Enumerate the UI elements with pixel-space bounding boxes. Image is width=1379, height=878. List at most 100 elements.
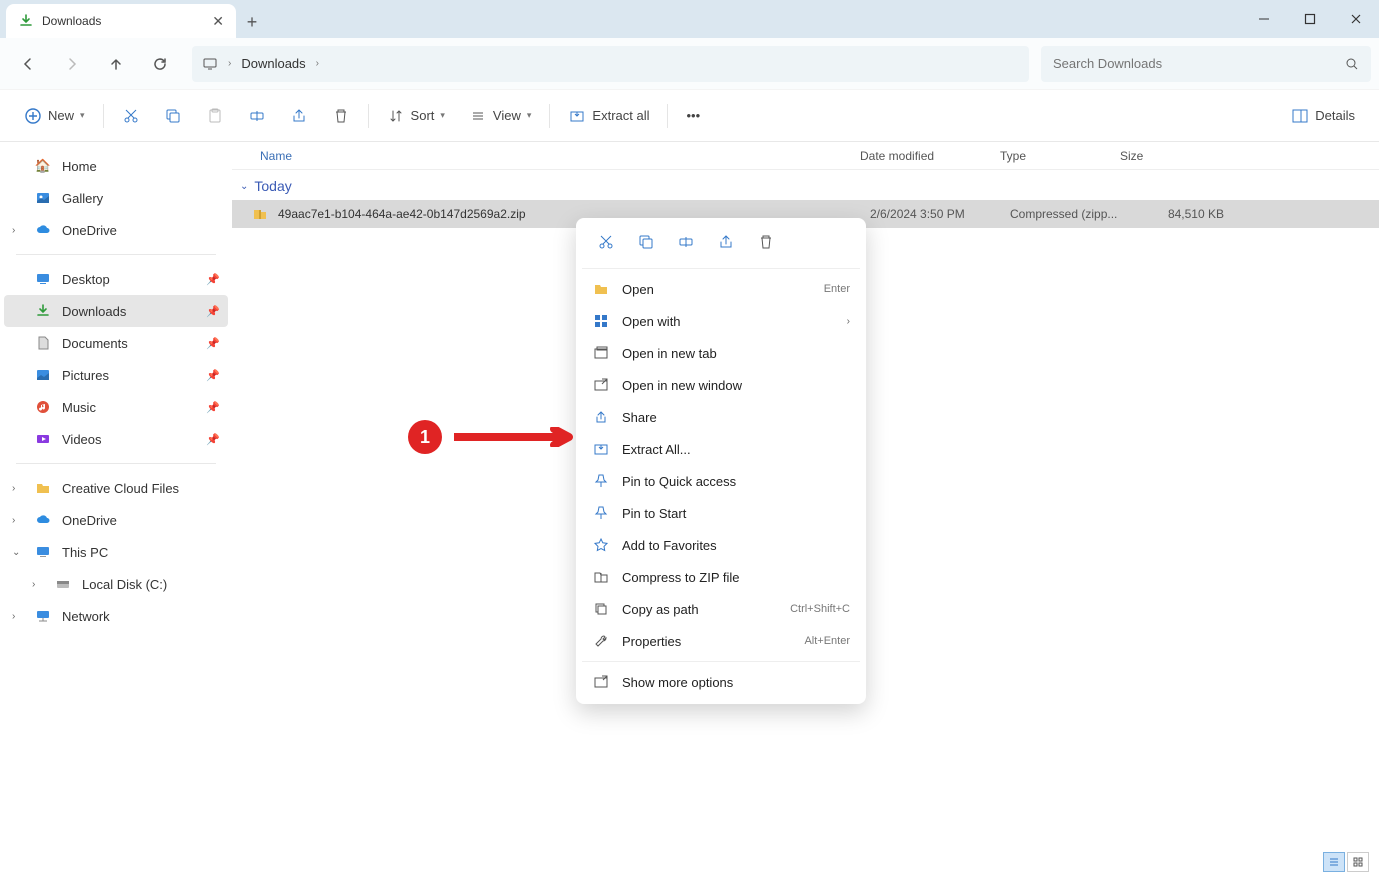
sidebar-item-onedrive[interactable]: ›OneDrive — [4, 214, 228, 246]
ctx-copy-path[interactable]: Copy as pathCtrl+Shift+C — [582, 593, 860, 625]
ctx-add-favorites[interactable]: Add to Favorites — [582, 529, 860, 561]
ctx-open-with[interactable]: Open with› — [582, 305, 860, 337]
share-button[interactable] — [280, 99, 318, 133]
sidebar-item-home[interactable]: 🏠Home — [4, 150, 228, 182]
column-name[interactable]: Name — [260, 149, 860, 163]
ctx-delete-button[interactable] — [748, 228, 784, 256]
pin-icon: 📌 — [206, 337, 220, 350]
sidebar-item-network[interactable]: ›Network — [4, 600, 228, 632]
ctx-open[interactable]: OpenEnter — [582, 273, 860, 305]
wrench-icon — [592, 632, 610, 650]
minimize-button[interactable] — [1241, 0, 1287, 38]
annotation-badge: 1 — [408, 420, 442, 454]
close-button[interactable] — [1333, 0, 1379, 38]
address-bar[interactable]: › Downloads › — [192, 46, 1029, 82]
chevron-right-icon[interactable]: › — [12, 225, 15, 236]
paste-button[interactable] — [196, 99, 234, 133]
ctx-properties[interactable]: PropertiesAlt+Enter — [582, 625, 860, 657]
chevron-down-icon: ▾ — [440, 110, 445, 121]
new-window-icon — [592, 376, 610, 394]
forward-button[interactable] — [52, 46, 92, 82]
ctx-rename-button[interactable] — [668, 228, 704, 256]
delete-button[interactable] — [322, 99, 360, 133]
gallery-icon — [34, 189, 52, 207]
ctx-show-more[interactable]: Show more options — [582, 666, 860, 698]
chevron-right-icon: › — [847, 316, 850, 327]
chevron-right-icon[interactable]: › — [12, 515, 15, 526]
new-button[interactable]: New ▾ — [14, 99, 95, 133]
maximize-button[interactable] — [1287, 0, 1333, 38]
tab-title: Downloads — [42, 14, 204, 28]
sidebar-item-downloads[interactable]: Downloads📌 — [4, 295, 228, 327]
ctx-cut-button[interactable] — [588, 228, 624, 256]
rename-icon — [248, 107, 266, 125]
group-today[interactable]: ⌄ Today — [232, 170, 1379, 200]
up-button[interactable] — [96, 46, 136, 82]
ctx-share-button[interactable] — [708, 228, 744, 256]
tab-close-button[interactable]: ✕ — [212, 13, 224, 30]
sort-button[interactable]: Sort ▾ — [377, 99, 455, 133]
sidebar-item-local-disk[interactable]: ›Local Disk (C:) — [4, 568, 228, 600]
sidebar-item-music[interactable]: Music📌 — [4, 391, 228, 423]
annotation-1: 1 — [408, 420, 584, 454]
download-icon — [18, 13, 34, 29]
chevron-down-icon[interactable]: ⌄ — [12, 547, 20, 558]
cut-button[interactable] — [112, 99, 150, 133]
chevron-right-icon[interactable]: › — [12, 483, 15, 494]
more-button[interactable]: ••• — [676, 99, 710, 133]
new-tab-button[interactable]: + — [236, 6, 268, 38]
details-button[interactable]: Details — [1281, 99, 1365, 133]
videos-icon — [34, 430, 52, 448]
search-input[interactable] — [1053, 56, 1345, 71]
ctx-open-new-tab[interactable]: Open in new tab — [582, 337, 860, 369]
monitor-icon — [202, 56, 218, 72]
chevron-right-icon[interactable]: › — [32, 579, 35, 590]
ctx-pin-start[interactable]: Pin to Start — [582, 497, 860, 529]
file-size: 84,510 KB — [1144, 207, 1224, 221]
desktop-icon — [34, 270, 52, 288]
sidebar-item-gallery[interactable]: Gallery — [4, 182, 228, 214]
column-type[interactable]: Type — [1000, 149, 1120, 163]
cloud-icon — [34, 511, 52, 529]
pin-icon: 📌 — [206, 401, 220, 414]
rename-button[interactable] — [238, 99, 276, 133]
network-icon — [34, 607, 52, 625]
extract-all-button[interactable]: Extract all — [558, 99, 659, 133]
chevron-down-icon: ▾ — [80, 110, 85, 121]
details-view-toggle[interactable] — [1323, 852, 1345, 872]
thumbnails-view-toggle[interactable] — [1347, 852, 1369, 872]
column-date[interactable]: Date modified — [860, 149, 1000, 163]
sidebar-item-documents[interactable]: Documents📌 — [4, 327, 228, 359]
ctx-pin-quick[interactable]: Pin to Quick access — [582, 465, 860, 497]
copy-button[interactable] — [154, 99, 192, 133]
sidebar-item-creative-cloud[interactable]: ›Creative Cloud Files — [4, 472, 228, 504]
arrow-icon — [454, 427, 584, 447]
sidebar-item-pictures[interactable]: Pictures📌 — [4, 359, 228, 391]
tab-downloads[interactable]: Downloads ✕ — [6, 4, 236, 38]
ctx-share[interactable]: Share — [582, 401, 860, 433]
sidebar-item-onedrive-2[interactable]: ›OneDrive — [4, 504, 228, 536]
ctx-extract-all[interactable]: Extract All... — [582, 433, 860, 465]
search-box[interactable] — [1041, 46, 1371, 82]
sidebar-item-desktop[interactable]: Desktop📌 — [4, 263, 228, 295]
copy-icon — [164, 107, 182, 125]
view-button[interactable]: View ▾ — [459, 99, 541, 133]
ctx-compress[interactable]: Compress to ZIP file — [582, 561, 860, 593]
refresh-button[interactable] — [140, 46, 180, 82]
ctx-copy-button[interactable] — [628, 228, 664, 256]
column-size[interactable]: Size — [1120, 149, 1200, 163]
chevron-right-icon[interactable]: › — [12, 611, 15, 622]
sort-icon — [387, 107, 405, 125]
breadcrumb-downloads[interactable]: Downloads — [241, 56, 305, 71]
sidebar-item-videos[interactable]: Videos📌 — [4, 423, 228, 455]
file-date: 2/6/2024 3:50 PM — [870, 207, 1010, 221]
open-with-icon — [592, 312, 610, 330]
sidebar: 🏠Home Gallery ›OneDrive Desktop📌 Downloa… — [0, 142, 232, 878]
back-button[interactable] — [8, 46, 48, 82]
view-icon — [469, 107, 487, 125]
star-icon — [592, 536, 610, 554]
trash-icon — [332, 107, 350, 125]
scissors-icon — [122, 107, 140, 125]
ctx-open-new-window[interactable]: Open in new window — [582, 369, 860, 401]
sidebar-item-this-pc[interactable]: ⌄This PC — [4, 536, 228, 568]
